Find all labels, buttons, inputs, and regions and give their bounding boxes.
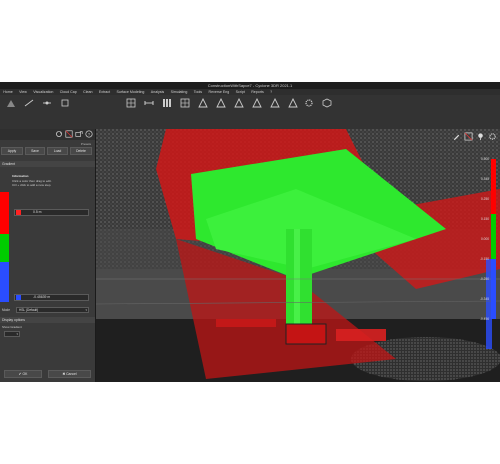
info-header: Information	[12, 174, 29, 178]
triangle-icon	[270, 98, 280, 108]
scale-tick-label: 0.150	[481, 217, 489, 221]
cancel-button[interactable]: ✖ Cancel	[48, 370, 91, 378]
triangle-icon	[198, 98, 208, 108]
ribbon-tool[interactable]	[56, 98, 74, 124]
ribbon-tool[interactable]	[194, 98, 212, 124]
settings-icon[interactable]	[488, 132, 497, 141]
chevron-down-icon: ▾	[85, 308, 87, 312]
distance-icon	[144, 101, 154, 105]
cube-icon	[322, 98, 332, 108]
ribbon-tool[interactable]	[176, 98, 194, 124]
gradient-red-step[interactable]	[0, 192, 9, 234]
deviation-color-scale[interactable]	[491, 159, 496, 319]
triangle-icon	[288, 98, 298, 108]
scale-tick-label: -0.250	[479, 277, 489, 281]
gradient-blue-step[interactable]	[0, 262, 9, 302]
max-value-field[interactable]: 0.5 m	[14, 209, 89, 216]
mode-row: Mode HSL (Default) ▾	[0, 306, 95, 314]
mode-select[interactable]: HSL (Default) ▾	[16, 307, 89, 313]
window-title: ConstructionWithSapce7 - Cyclone 3DR 202…	[207, 83, 293, 88]
triangle-icon	[234, 98, 244, 108]
grid-icon	[180, 98, 190, 108]
ribbon-tool[interactable]	[230, 98, 248, 124]
scale-tick-label: 0.000	[481, 237, 489, 241]
equipment-red-left	[216, 319, 276, 327]
help-icon[interactable]: ?	[85, 130, 93, 138]
no-gradient-icon[interactable]	[65, 130, 73, 138]
scale-tick-label: 0.500	[481, 157, 489, 161]
ribbon-tool[interactable]	[300, 98, 318, 124]
columns-icon	[163, 99, 171, 107]
app-window: ConstructionWithSapce7 - Cyclone 3DR 202…	[0, 82, 500, 382]
scale-tick-label: -0.150	[479, 257, 489, 261]
min-value: -0.45639 m	[33, 295, 51, 299]
equipment-red-right	[336, 329, 386, 341]
ok-label: OK	[22, 372, 28, 376]
mode-label: Mode	[2, 308, 10, 312]
max-value: 0.5 m	[33, 210, 42, 214]
min-color-swatch[interactable]	[16, 295, 21, 300]
gradient-green-step[interactable]	[0, 234, 9, 262]
chevron-down-icon: ▾	[16, 332, 18, 336]
viewport-toolbar	[452, 132, 497, 141]
ribbon-tool[interactable]	[212, 98, 230, 124]
ribbon-toolbar	[0, 95, 500, 130]
ribbon-tool[interactable]	[158, 98, 176, 124]
gradient-section-header[interactable]: Gradient	[0, 161, 95, 167]
ribbon-tool[interactable]	[122, 98, 140, 124]
measure-icon	[24, 99, 34, 107]
delete-button[interactable]: Delete	[70, 147, 92, 155]
scale-tick-label: -0.456	[479, 317, 489, 321]
show-gradient-select[interactable]: ▾	[4, 331, 20, 337]
no-gradient-icon[interactable]	[464, 132, 473, 141]
refresh-icon[interactable]	[55, 130, 63, 138]
display-options-header[interactable]: Display options	[0, 317, 95, 323]
triangle-icon	[252, 98, 262, 108]
mesh-icon	[7, 100, 15, 107]
ribbon-tool[interactable]	[140, 98, 158, 124]
point-cloud-scene[interactable]	[96, 129, 500, 382]
info-line-2: Ctrl + click to add a new step.	[12, 183, 52, 187]
show-gradient-label: Show Gradient	[2, 325, 22, 329]
ribbon-tool[interactable]	[38, 98, 56, 124]
mode-value: HSL (Default)	[19, 308, 39, 312]
svg-text:?: ?	[88, 132, 91, 137]
section-icon	[61, 99, 69, 107]
scale-tick-label: -0.345	[479, 297, 489, 301]
pin-icon[interactable]	[476, 132, 485, 141]
equipment-base	[285, 323, 327, 345]
apply-button[interactable]: Apply	[1, 147, 23, 155]
max-color-swatch[interactable]	[16, 210, 21, 215]
gear-icon	[305, 99, 313, 107]
load-button[interactable]: Load	[47, 147, 68, 155]
ribbon-tool[interactable]	[248, 98, 266, 124]
ribbon-tool[interactable]	[2, 98, 20, 124]
ribbon-tool[interactable]	[266, 98, 284, 124]
ok-button[interactable]: ✔ OK	[4, 370, 42, 378]
triangle-icon	[216, 98, 226, 108]
3d-viewport[interactable]: 0.500 0.345 0.250 0.150 0.000 -0.150 -0.250 -0.…	[96, 129, 500, 382]
ribbon-tool[interactable]	[20, 98, 38, 124]
scale-tick-label: 0.250	[481, 197, 489, 201]
min-value-field[interactable]: -0.45639 m	[14, 294, 89, 301]
scale-tick-label: 0.345	[481, 177, 489, 181]
grid-icon	[126, 98, 136, 108]
gradient-panel: ? Presets Apply Save Load Delete Gradien…	[0, 129, 96, 382]
panel-header: ?	[0, 129, 95, 140]
title-bar: ConstructionWithSapce7 - Cyclone 3DR 202…	[0, 82, 500, 89]
level-icon	[43, 101, 51, 105]
ribbon-tool[interactable]	[318, 98, 336, 124]
export-icon[interactable]	[75, 130, 83, 138]
pencil-icon[interactable]	[452, 132, 461, 141]
gradient-bar[interactable]	[0, 192, 9, 302]
save-button[interactable]: Save	[25, 147, 45, 155]
cancel-label: Cancel	[66, 372, 77, 376]
preset-buttons: Apply Save Load Delete	[0, 146, 95, 156]
